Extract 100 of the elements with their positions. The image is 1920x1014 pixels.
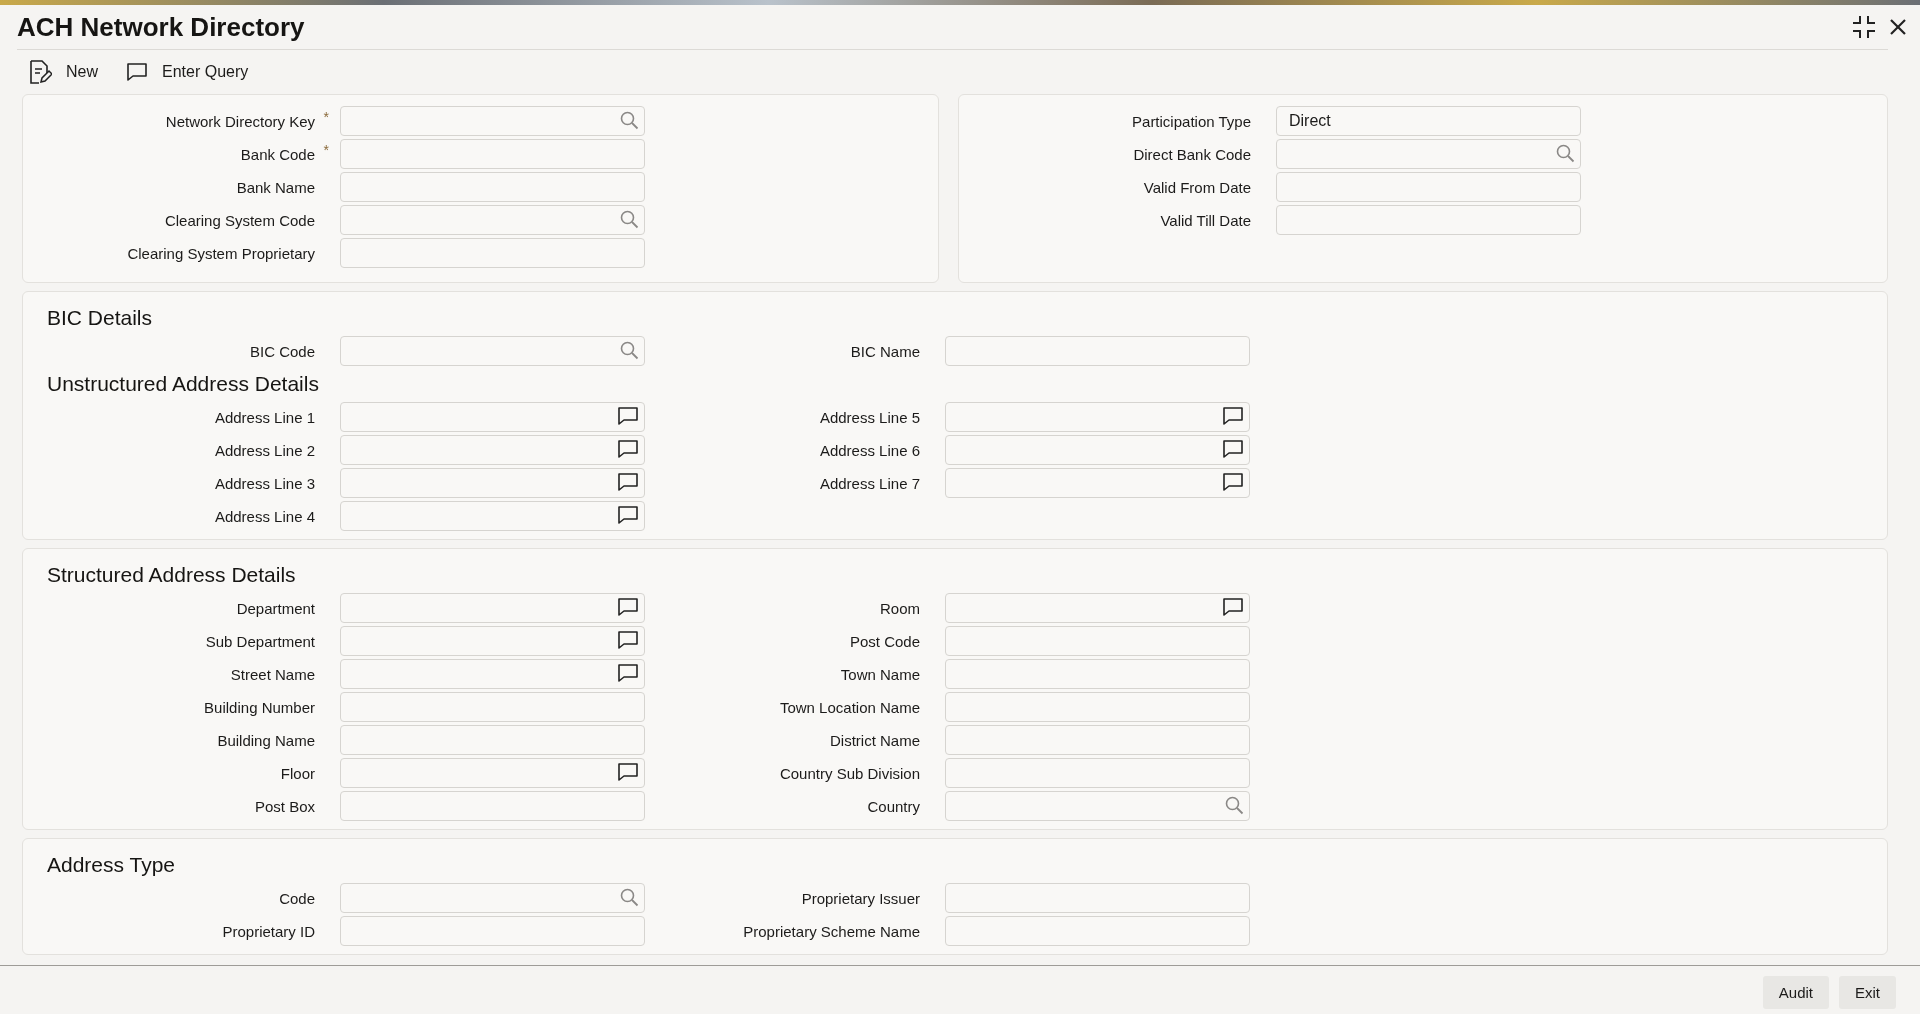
field-label: Address Line 7 <box>819 474 920 492</box>
input-field[interactable] <box>945 626 1250 656</box>
field-label: Floor <box>280 764 315 782</box>
search-icon[interactable] <box>619 887 639 907</box>
input-field[interactable] <box>340 238 645 268</box>
input-field[interactable] <box>945 659 1250 689</box>
input-field[interactable] <box>340 468 645 498</box>
input-field[interactable] <box>340 883 645 913</box>
field-label: Street Name <box>230 665 315 683</box>
input-field[interactable]: Direct <box>1276 106 1581 136</box>
field-label: Address Line 5 <box>819 408 920 426</box>
speech-bubble-icon[interactable] <box>617 505 639 525</box>
field-label: Valid Till Date <box>1160 211 1251 229</box>
window-title: ACH Network Directory <box>17 11 305 43</box>
input-field[interactable] <box>945 692 1250 722</box>
field-label: Address Line 4 <box>214 507 315 525</box>
field-label: Direct Bank Code <box>1133 145 1251 163</box>
field-label: Proprietary Issuer <box>801 889 920 907</box>
section-heading: BIC Details <box>46 305 154 331</box>
field-label: Proprietary Scheme Name <box>743 922 920 940</box>
input-field[interactable] <box>945 468 1250 498</box>
input-field[interactable] <box>340 791 645 821</box>
audit-button[interactable]: Audit <box>1762 976 1829 1009</box>
enter-query-button[interactable]: Enter Query <box>126 62 249 82</box>
input-field[interactable] <box>340 402 645 432</box>
input-field[interactable] <box>1276 205 1581 235</box>
search-icon[interactable] <box>1224 795 1244 815</box>
input-field[interactable] <box>340 139 645 169</box>
input-field[interactable] <box>340 172 645 202</box>
field-label: Building Number <box>204 698 315 716</box>
field-label: Proprietary ID <box>222 922 315 940</box>
field-label: Code <box>279 889 315 907</box>
speech-bubble-icon <box>126 62 148 82</box>
field-label: Address Line 6 <box>819 441 920 459</box>
field-label: Town Name <box>840 665 920 683</box>
minimize-icon[interactable] <box>1852 15 1876 39</box>
input-field[interactable] <box>340 336 645 366</box>
field-label: District Name <box>830 731 920 749</box>
field-label: Town Location Name <box>779 698 920 716</box>
field-label: Room <box>880 599 920 617</box>
input-field[interactable] <box>945 402 1250 432</box>
input-field[interactable] <box>945 791 1250 821</box>
required-mark: * <box>323 109 329 125</box>
field-label: Clearing System Code <box>164 211 315 229</box>
input-field[interactable] <box>340 106 645 136</box>
input-field[interactable] <box>340 501 645 531</box>
field-label: Valid From Date <box>1143 178 1251 196</box>
input-field[interactable] <box>945 758 1250 788</box>
input-field[interactable] <box>945 593 1250 623</box>
input-field[interactable] <box>340 659 645 689</box>
speech-bubble-icon[interactable] <box>1222 439 1244 459</box>
speech-bubble-icon[interactable] <box>617 762 639 782</box>
input-field[interactable] <box>945 883 1250 913</box>
input-field[interactable] <box>1276 139 1581 169</box>
field-label: Address Line 2 <box>214 441 315 459</box>
input-field[interactable] <box>340 626 645 656</box>
input-field[interactable] <box>340 692 645 722</box>
speech-bubble-icon[interactable] <box>617 663 639 683</box>
section-heading: Address Type <box>46 852 177 878</box>
new-button[interactable]: New <box>28 59 98 85</box>
section-heading: Unstructured Address Details <box>46 371 320 397</box>
field-label: BIC Code <box>249 342 315 360</box>
input-field[interactable] <box>340 435 645 465</box>
speech-bubble-icon[interactable] <box>617 439 639 459</box>
section-heading: Structured Address Details <box>46 562 297 588</box>
input-field[interactable] <box>945 336 1250 366</box>
field-label: Bank Name <box>236 178 315 196</box>
speech-bubble-icon[interactable] <box>1222 597 1244 617</box>
speech-bubble-icon[interactable] <box>1222 472 1244 492</box>
input-field[interactable] <box>340 725 645 755</box>
speech-bubble-icon[interactable] <box>617 630 639 650</box>
input-field[interactable] <box>945 916 1250 946</box>
field-label: BIC Name <box>850 342 920 360</box>
input-field[interactable] <box>340 593 645 623</box>
speech-bubble-icon[interactable] <box>617 597 639 617</box>
input-field[interactable] <box>340 916 645 946</box>
field-label: Department <box>236 599 315 617</box>
field-label: Country Sub Division <box>779 764 920 782</box>
search-icon[interactable] <box>619 209 639 229</box>
speech-bubble-icon[interactable] <box>617 472 639 492</box>
speech-bubble-icon[interactable] <box>617 406 639 426</box>
input-field[interactable] <box>945 435 1250 465</box>
close-icon[interactable] <box>1888 17 1908 37</box>
field-label: Post Code <box>849 632 920 650</box>
exit-button[interactable]: Exit <box>1839 976 1896 1009</box>
input-field[interactable] <box>340 205 645 235</box>
document-edit-icon <box>28 59 52 85</box>
field-label: Sub Department <box>205 632 315 650</box>
field-label: Bank Code <box>240 145 315 163</box>
field-label: Clearing System Proprietary <box>127 244 315 262</box>
input-field[interactable] <box>340 758 645 788</box>
input-field[interactable] <box>945 725 1250 755</box>
search-icon[interactable] <box>619 110 639 130</box>
speech-bubble-icon[interactable] <box>1222 406 1244 426</box>
field-label: Country <box>867 797 920 815</box>
search-icon[interactable] <box>1555 143 1575 163</box>
field-label: Post Box <box>254 797 315 815</box>
search-icon[interactable] <box>619 340 639 360</box>
input-field[interactable] <box>1276 172 1581 202</box>
field-label: Building Name <box>217 731 315 749</box>
